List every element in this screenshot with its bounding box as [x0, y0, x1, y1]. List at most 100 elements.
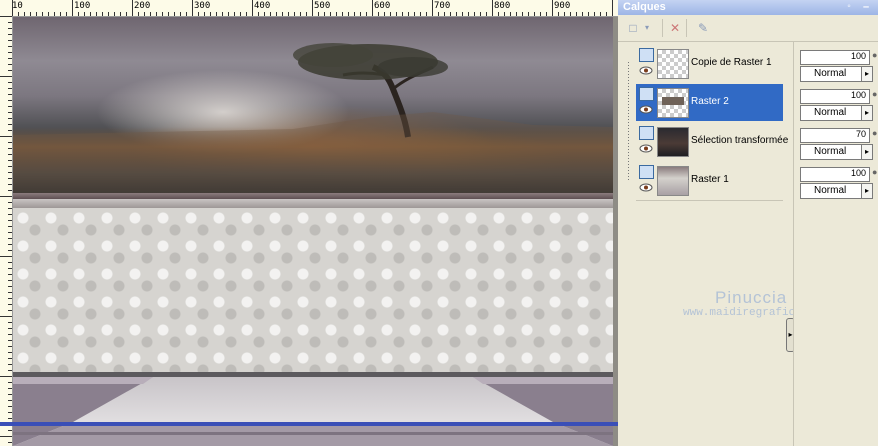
- ruler-tick: [144, 12, 145, 16]
- panel-titlebar[interactable]: Calques ◦ –: [618, 0, 878, 15]
- opacity-slider[interactable]: 70: [800, 128, 870, 143]
- eye-icon[interactable]: [639, 183, 653, 192]
- ruler-tick: [180, 12, 181, 16]
- toolbar-divider: [662, 19, 663, 37]
- ruler-tick: [8, 214, 12, 215]
- frame-band-light: [13, 199, 613, 208]
- vertical-ruler[interactable]: [0, 16, 13, 446]
- ruler-tick: [606, 12, 607, 16]
- ruler-tick: [324, 12, 325, 16]
- ruler-tick: [8, 382, 12, 383]
- ruler-tick: [8, 274, 12, 275]
- ruler-tick: [8, 190, 12, 191]
- opacity-slider[interactable]: 100: [800, 167, 870, 182]
- image-canvas[interactable]: [13, 17, 613, 446]
- dropdown-arrow-icon[interactable]: ▸: [861, 66, 873, 82]
- ruler-tick: [588, 12, 589, 16]
- blend-mode-select[interactable]: Normal: [800, 105, 862, 121]
- ruler-tick: [114, 12, 115, 16]
- layer-row[interactable]: Sélection transformée: [636, 123, 788, 160]
- eye-icon[interactable]: [639, 144, 653, 153]
- blend-mode-select[interactable]: Normal: [800, 66, 862, 82]
- ruler-tick: [8, 184, 12, 185]
- ruler-tick: [8, 250, 12, 251]
- layer-properties-icon[interactable]: ✎: [694, 19, 712, 37]
- blend-mode-select[interactable]: Normal: [800, 183, 862, 199]
- ruler-tick: [8, 280, 12, 281]
- eye-icon[interactable]: [639, 66, 653, 75]
- ruler-tick: [96, 12, 97, 16]
- ruler-tick: [8, 112, 12, 113]
- ruler-tick: [8, 298, 12, 299]
- ruler-tick: [8, 64, 12, 65]
- ruler-tick: [8, 160, 12, 161]
- lock-icon[interactable]: ●: [872, 50, 878, 63]
- ruler-tick: [612, 0, 613, 16]
- dropdown-arrow-icon[interactable]: ▸: [861, 144, 873, 160]
- dropdown-arrow-icon[interactable]: ▸: [861, 105, 873, 121]
- new-layer-icon[interactable]: □: [624, 19, 642, 37]
- ruler-tick: [228, 12, 229, 16]
- lock-icon[interactable]: ●: [872, 128, 878, 141]
- ruler-tick: [8, 262, 12, 263]
- layers-toolbar: □ ▾ ✕ ✎: [618, 15, 878, 42]
- ruler-tick: [8, 304, 12, 305]
- ruler-tick: [8, 394, 12, 395]
- pin-icon[interactable]: ◦: [843, 1, 855, 13]
- ruler-tick: [192, 0, 193, 16]
- ruler-tick: [8, 40, 12, 41]
- layers-separator: [636, 200, 783, 201]
- ruler-tick: [408, 12, 409, 16]
- opacity-slider[interactable]: 100: [800, 50, 870, 65]
- ruler-tick: [84, 12, 85, 16]
- dropdown-arrow-icon[interactable]: ▸: [861, 183, 873, 199]
- ruler-tick: [534, 12, 535, 16]
- layer-row[interactable]: Copie de Raster 1: [636, 45, 783, 82]
- ruler-tick: [354, 12, 355, 16]
- lock-icon[interactable]: ●: [872, 167, 878, 180]
- ruler-tick: [366, 12, 367, 16]
- ruler-tick: [198, 12, 199, 16]
- ruler-tick: [8, 412, 12, 413]
- layer-row[interactable]: Raster 1: [636, 162, 783, 199]
- ruler-tick: [90, 12, 91, 16]
- ruler-tick: [8, 100, 12, 101]
- ruler-tick: [498, 12, 499, 16]
- delete-layer-icon[interactable]: ✕: [666, 19, 684, 37]
- ruler-tick: [8, 154, 12, 155]
- lock-icon[interactable]: ●: [872, 89, 878, 102]
- ruler-tick: [126, 12, 127, 16]
- ruler-tick: [240, 12, 241, 16]
- ruler-tick: [510, 12, 511, 16]
- minimize-button[interactable]: –: [860, 1, 872, 13]
- layer-props-row: 100 ● Normal ▸: [798, 84, 878, 121]
- ruler-tick: [12, 0, 13, 16]
- ruler-tick: [8, 124, 12, 125]
- ruler-tick: [462, 12, 463, 16]
- ruler-tick: [222, 12, 223, 16]
- ruler-tick: [210, 12, 211, 16]
- ruler-tick: [396, 12, 397, 16]
- ruler-tick: [438, 12, 439, 16]
- opacity-value: 70: [855, 129, 866, 139]
- layer-props-row: 70 ● Normal ▸: [798, 123, 878, 160]
- layer-type-icon: [639, 165, 654, 179]
- eye-icon[interactable]: [639, 105, 653, 114]
- ruler-tick: [36, 12, 37, 16]
- ruler-tick: [162, 12, 163, 16]
- ruler-tick: [378, 12, 379, 16]
- opacity-slider[interactable]: 100: [800, 89, 870, 104]
- blend-mode-select[interactable]: Normal: [800, 144, 862, 160]
- ruler-tick: [8, 244, 12, 245]
- watermark-name: Pinuccia: [715, 288, 788, 307]
- ruler-tick: [8, 334, 12, 335]
- ruler-tick: [492, 0, 493, 16]
- ruler-tick: [558, 12, 559, 16]
- horizontal-ruler[interactable]: 10 100 200 300 400 500 600 700 800 900: [0, 0, 618, 17]
- layer-row[interactable]: Raster 2: [636, 84, 783, 121]
- ruler-tick: [576, 12, 577, 16]
- ruler-tick: [8, 172, 12, 173]
- ruler-tick: [150, 12, 151, 16]
- chevron-down-icon[interactable]: ▾: [642, 19, 652, 37]
- layer-name: Raster 2: [691, 96, 729, 107]
